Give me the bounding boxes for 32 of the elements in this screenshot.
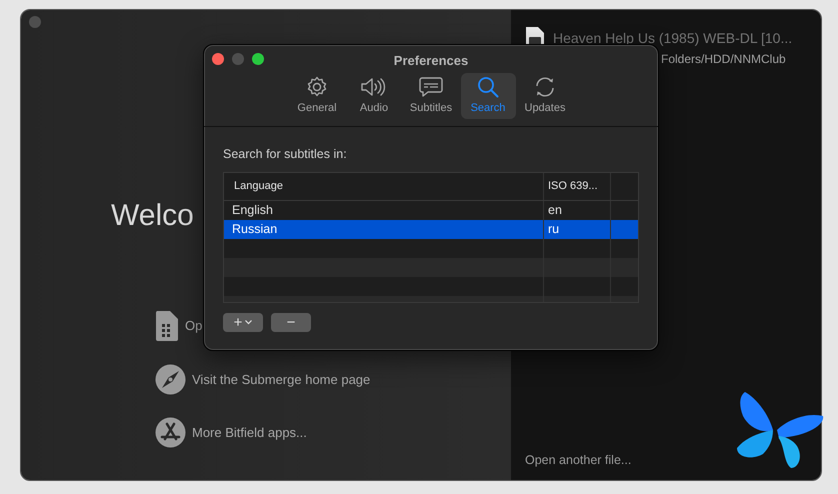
column-header[interactable]: ISO 639... [543,172,610,200]
window-zoom-button[interactable] [252,53,264,65]
window-close-button[interactable] [212,53,224,65]
search-icon [477,76,499,98]
speaker-icon [360,76,388,98]
window-title: Preferences [394,52,468,70]
table-row[interactable]: Russian ru [224,220,638,239]
toolbar-tab[interactable]: Audio [346,73,402,119]
document-icon [155,310,179,342]
toolbar-tab[interactable]: General [290,73,344,119]
speech-bubble-icon [419,76,443,98]
action-link[interactable]: More Bitfield apps... [155,417,307,448]
app-store-icon [155,417,186,448]
add-button[interactable]: + [223,312,263,332]
table-cell-text: Russian [231,220,278,238]
compass-icon [155,364,186,395]
action-link[interactable]: Visit the Submerge home page [155,364,370,395]
remove-button[interactable]: − [271,312,311,332]
welcome-title: Welco [111,199,194,232]
action-link[interactable]: Op [155,310,202,342]
chevron-down-icon [245,320,252,325]
toolbar-tab[interactable]: Subtitles [404,73,458,119]
file-path: Folders/HDD/NNMClub [661,51,787,68]
table-cell: ru [543,220,610,239]
column-header[interactable]: Language [224,172,543,200]
toolbar-tab[interactable]: Search [460,73,516,119]
table-cell-text: English [231,202,274,219]
toolbar-tab[interactable]: Updates [518,73,572,119]
gear-icon [306,76,328,98]
file-title[interactable]: Heaven Help Us (1985) WEB-DL [10... [553,28,792,48]
open-file-link[interactable]: Open another file... [525,451,632,470]
section-label: Search for subtitles in: [223,146,347,163]
